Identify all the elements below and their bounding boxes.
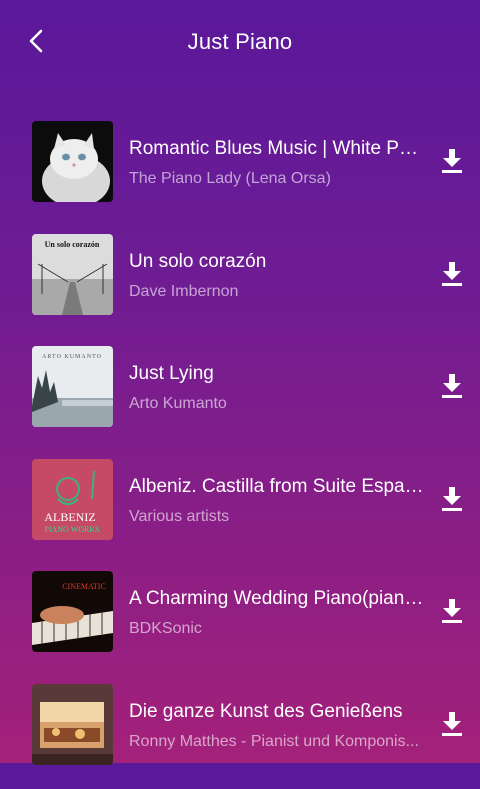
cover-text: Un solo corazón: [45, 240, 100, 249]
song-row[interactable]: ARTO KUMANTO Just Lying Arto Kumanto: [0, 338, 480, 451]
song-list: Romantic Blues Music | White Per... The …: [0, 113, 480, 789]
song-artist: BDKSonic: [129, 620, 202, 638]
download-button[interactable]: [440, 261, 464, 287]
album-cover: Un solo corazón: [32, 233, 113, 315]
download-button[interactable]: [440, 598, 464, 624]
song-row[interactable]: Un solo corazón Un solo corazón Dave Imb…: [0, 226, 480, 339]
song-artist: Ronny Matthes - Pianist und Komponis...: [129, 732, 419, 750]
download-icon: [442, 711, 462, 736]
song-title: A Charming Wedding Piano(piano...: [129, 588, 425, 610]
song-title: Un solo corazón: [129, 250, 267, 272]
album-cover: [32, 121, 113, 202]
download-icon: [442, 261, 462, 286]
top-bar: Just Piano: [0, 0, 480, 84]
download-button[interactable]: [440, 711, 464, 737]
download-icon: [442, 486, 462, 511]
album-cover: ARTO KUMANTO: [32, 346, 113, 428]
album-cover: ALBENIZ PIANO WORKS: [32, 458, 113, 540]
song-artist: The Piano Lady (Lena Orsa): [129, 170, 331, 187]
cover-text: CINEMATIC: [62, 582, 106, 591]
download-icon: [442, 149, 462, 173]
cover-text: ALBENIZ: [44, 510, 95, 524]
album-cover: [32, 683, 113, 765]
download-button[interactable]: [440, 373, 464, 399]
song-row[interactable]: CINEMATIC A Charming Wedding Piano(piano…: [0, 563, 480, 676]
cover-text: ARTO KUMANTO: [42, 354, 102, 360]
download-icon: [442, 374, 462, 399]
cover-subtext: PIANO WORKS: [44, 525, 99, 534]
download-button[interactable]: [440, 486, 464, 512]
song-artist: Dave Imbernon: [129, 282, 239, 300]
song-artist: Various artists: [129, 507, 230, 525]
song-row[interactable]: Romantic Blues Music | White Per... The …: [0, 113, 480, 226]
song-artist: Arto Kumanto: [129, 395, 227, 413]
download-icon: [442, 599, 462, 624]
album-cover: CINEMATIC: [32, 571, 113, 653]
song-title: Die ganze Kunst des Genießens: [129, 700, 403, 722]
song-row[interactable]: Die ganze Kunst des Genießens Ronny Matt…: [0, 676, 480, 789]
page-title: Just Piano: [187, 29, 293, 54]
song-title: Romantic Blues Music | White Per...: [129, 138, 425, 159]
song-row[interactable]: ALBENIZ PIANO WORKS Albeniz. Castilla fr…: [0, 451, 480, 564]
song-title: Albeniz. Castilla from Suite Espag...: [129, 475, 425, 497]
download-button[interactable]: [440, 148, 464, 174]
song-title: Just Lying: [129, 363, 214, 385]
